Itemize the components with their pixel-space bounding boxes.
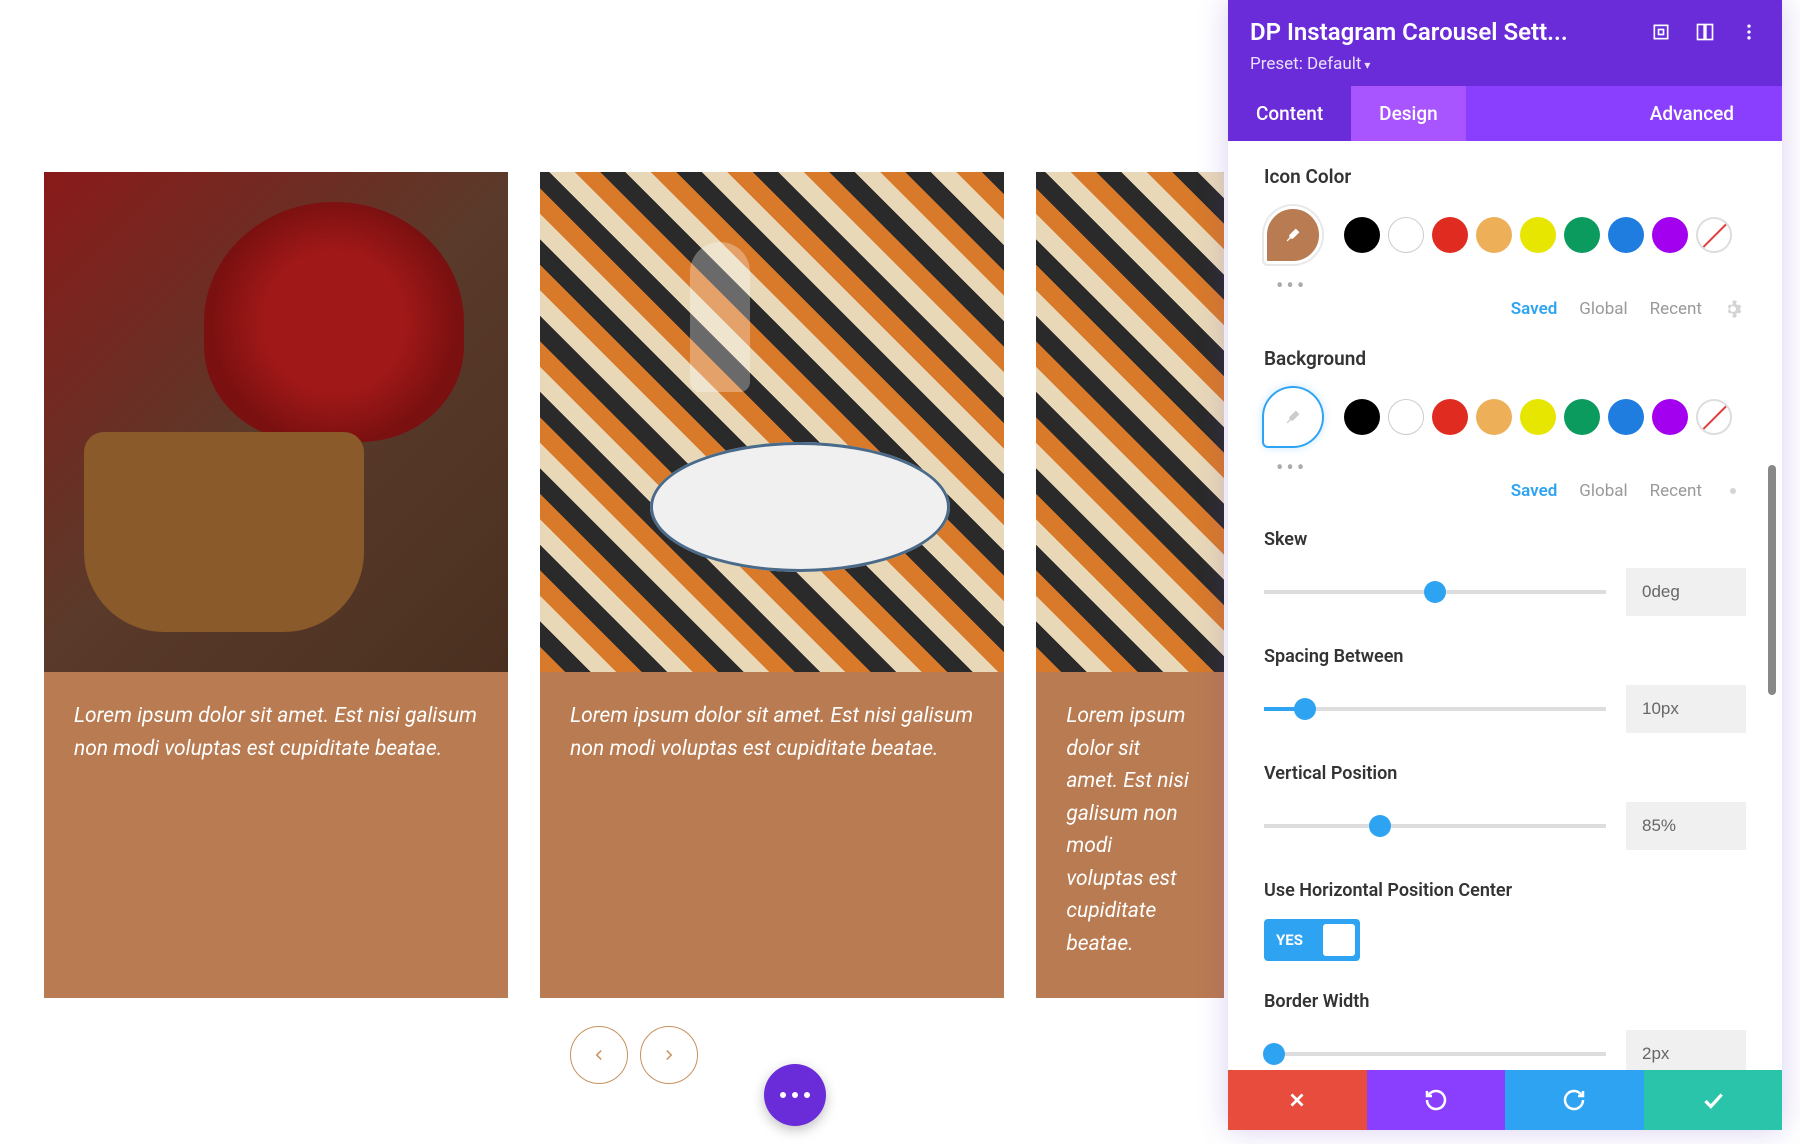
- card-image: [540, 172, 1004, 672]
- carousel-area: Lorem ipsum dolor sit amet. Est nisi gal…: [44, 172, 1224, 1084]
- palette-tabs: Saved Global Recent: [1264, 481, 1746, 501]
- card-image: [1036, 172, 1224, 672]
- cancel-button[interactable]: [1228, 1070, 1367, 1130]
- card-caption: Lorem ipsum dolor sit amet. Est nisi gal…: [540, 672, 1004, 803]
- redo-button[interactable]: [1505, 1070, 1644, 1130]
- border-label: Border Width: [1264, 991, 1746, 1012]
- hcenter-toggle[interactable]: YES: [1264, 919, 1360, 961]
- more-actions-fab[interactable]: [764, 1064, 826, 1126]
- panel-body[interactable]: Icon Color ••• Saved Global Recent Backg…: [1228, 141, 1782, 1070]
- color-swatch[interactable]: [1652, 217, 1688, 253]
- color-swatch[interactable]: [1520, 217, 1556, 253]
- icon-color-label: Icon Color: [1264, 165, 1746, 188]
- panel-tabs: Content Design Advanced: [1228, 86, 1782, 141]
- spacing-label: Spacing Between: [1264, 646, 1746, 667]
- palette-tab-recent[interactable]: Recent: [1650, 481, 1702, 501]
- color-swatch[interactable]: [1388, 217, 1424, 253]
- vpos-slider[interactable]: [1264, 824, 1606, 828]
- card-caption: Lorem ipsum dolor sit amet. Est nisi gal…: [44, 672, 508, 803]
- gear-icon[interactable]: [1724, 300, 1742, 318]
- palette-tab-saved[interactable]: Saved: [1511, 481, 1558, 501]
- color-swatch-none[interactable]: [1696, 217, 1732, 253]
- undo-button[interactable]: [1367, 1070, 1506, 1130]
- expand-icon[interactable]: [1650, 21, 1672, 43]
- color-swatch[interactable]: [1520, 399, 1556, 435]
- skew-slider[interactable]: [1264, 590, 1606, 594]
- carousel-card[interactable]: Lorem ipsum dolor sit amet. Est nisi gal…: [1036, 172, 1224, 998]
- palette-tab-global[interactable]: Global: [1579, 299, 1627, 319]
- tab-content[interactable]: Content: [1228, 86, 1351, 141]
- carousel-prev-button[interactable]: [570, 1026, 628, 1084]
- panel-header: DP Instagram Carousel Sett... Preset: De…: [1228, 0, 1782, 86]
- spacing-value-input[interactable]: [1626, 685, 1746, 733]
- color-swatch[interactable]: [1476, 399, 1512, 435]
- carousel-next-button[interactable]: [640, 1026, 698, 1084]
- panel-footer: [1228, 1070, 1782, 1130]
- save-button[interactable]: [1644, 1070, 1783, 1130]
- more-colors-icon[interactable]: •••: [1276, 456, 1746, 481]
- skew-value-input[interactable]: [1626, 568, 1746, 616]
- panel-title: DP Instagram Carousel Sett...: [1250, 18, 1568, 46]
- carousel-card[interactable]: Lorem ipsum dolor sit amet. Est nisi gal…: [44, 172, 508, 998]
- palette-tab-global[interactable]: Global: [1579, 481, 1627, 501]
- color-swatch[interactable]: [1564, 217, 1600, 253]
- palette-tab-saved[interactable]: Saved: [1511, 299, 1558, 319]
- hcenter-label: Use Horizontal Position Center: [1264, 880, 1524, 901]
- card-image: [44, 172, 508, 672]
- vpos-value-input[interactable]: [1626, 802, 1746, 850]
- preset-dropdown[interactable]: Preset: Default: [1250, 54, 1760, 74]
- toggle-value: YES: [1276, 931, 1303, 949]
- palette-tab-recent[interactable]: Recent: [1650, 299, 1702, 319]
- color-picker-swatch[interactable]: [1264, 388, 1322, 446]
- color-picker-swatch[interactable]: [1264, 206, 1322, 264]
- settings-panel: DP Instagram Carousel Sett... Preset: De…: [1228, 0, 1782, 1130]
- icon-color-palette: [1264, 206, 1746, 264]
- tab-design[interactable]: Design: [1351, 86, 1466, 141]
- grid-icon[interactable]: [1694, 21, 1716, 43]
- border-slider[interactable]: [1264, 1052, 1606, 1056]
- color-swatch[interactable]: [1608, 399, 1644, 435]
- color-swatch[interactable]: [1344, 217, 1380, 253]
- palette-tabs: Saved Global Recent: [1264, 299, 1746, 319]
- scrollbar-thumb[interactable]: [1768, 465, 1776, 695]
- color-swatch[interactable]: [1564, 399, 1600, 435]
- skew-label: Skew: [1264, 529, 1746, 550]
- background-label: Background: [1264, 347, 1746, 370]
- border-value-input[interactable]: [1626, 1030, 1746, 1070]
- tab-advanced[interactable]: Advanced: [1622, 86, 1762, 141]
- color-swatch[interactable]: [1432, 217, 1468, 253]
- color-swatch[interactable]: [1344, 399, 1380, 435]
- background-palette: [1264, 388, 1746, 446]
- vpos-label: Vertical Position: [1264, 763, 1746, 784]
- kebab-menu-icon[interactable]: [1738, 21, 1760, 43]
- carousel-card[interactable]: Lorem ipsum dolor sit amet. Est nisi gal…: [540, 172, 1004, 998]
- card-caption: Lorem ipsum dolor sit amet. Est nisi gal…: [1036, 672, 1224, 998]
- color-swatch[interactable]: [1652, 399, 1688, 435]
- color-swatch[interactable]: [1432, 399, 1468, 435]
- carousel-nav: [44, 1026, 1224, 1084]
- color-swatch-none[interactable]: [1696, 399, 1732, 435]
- color-swatch[interactable]: [1476, 217, 1512, 253]
- carousel-cards: Lorem ipsum dolor sit amet. Est nisi gal…: [44, 172, 1224, 998]
- spacing-slider[interactable]: [1264, 707, 1606, 711]
- gear-icon[interactable]: [1724, 482, 1742, 500]
- color-swatch[interactable]: [1608, 217, 1644, 253]
- more-colors-icon[interactable]: •••: [1276, 274, 1746, 299]
- color-swatch[interactable]: [1388, 399, 1424, 435]
